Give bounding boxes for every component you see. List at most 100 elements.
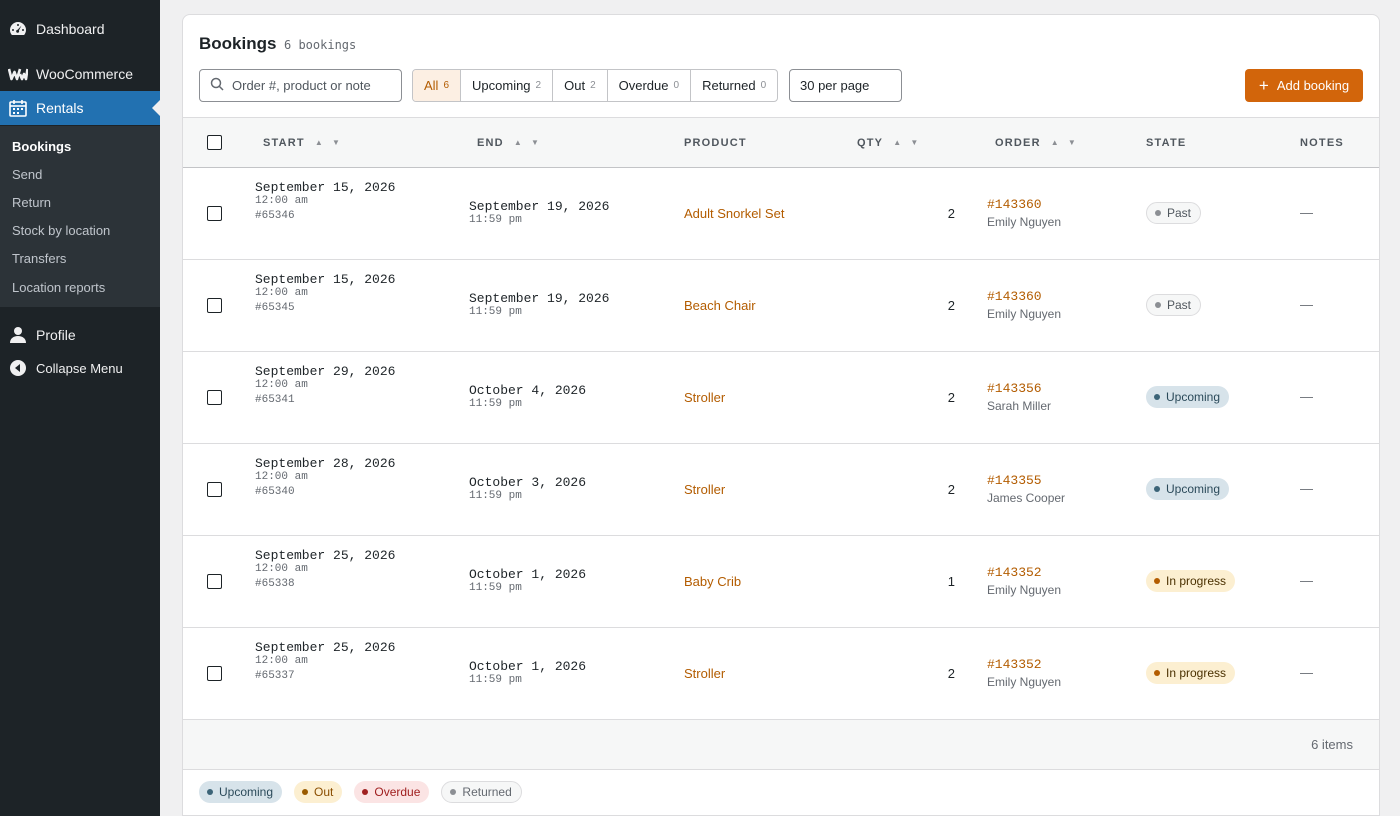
row-checkbox[interactable] <box>207 390 222 405</box>
order-link[interactable]: #143352 <box>987 657 1061 672</box>
column-order[interactable]: ORDER ▲ ▼ <box>995 118 1085 167</box>
start-cell: September 15, 2026 12:00 am #65346 <box>255 180 395 222</box>
collapse-menu-button[interactable]: Collapse Menu <box>0 351 160 385</box>
woocommerce-icon <box>0 67 36 81</box>
search-input[interactable] <box>232 78 392 93</box>
select-all-checkbox[interactable] <box>207 135 222 150</box>
quantity: 1 <box>947 574 955 589</box>
row-checkbox[interactable] <box>207 482 222 497</box>
menu-dashboard[interactable]: Dashboard <box>0 12 160 46</box>
order-link[interactable]: #143355 <box>987 473 1065 488</box>
state-cell: Past <box>1146 202 1202 224</box>
sort-asc-icon[interactable]: ▲ <box>893 138 902 147</box>
end-time: 11:59 pm <box>469 490 522 502</box>
column-qty[interactable]: QTY ▲ ▼ <box>857 118 927 167</box>
sort-desc-icon[interactable]: ▼ <box>531 138 540 147</box>
order-link[interactable]: #143360 <box>987 197 1061 212</box>
end-date: October 4, 2026 <box>469 383 587 398</box>
customer-name: James Cooper <box>987 491 1066 505</box>
filter-label: All <box>424 78 439 93</box>
state-cell: Upcoming <box>1146 478 1230 500</box>
product-link[interactable]: Stroller <box>684 390 725 405</box>
order-link[interactable]: #143360 <box>987 289 1061 304</box>
status-badge: Upcoming <box>1146 386 1230 408</box>
submenu-return[interactable]: Return <box>12 195 51 210</box>
submenu-stock-by-location[interactable]: Stock by location <box>12 223 110 238</box>
per-page-select[interactable]: 30 per page <box>789 69 902 102</box>
row-checkbox[interactable] <box>207 206 222 221</box>
row-checkbox[interactable] <box>207 298 222 313</box>
quantity: 2 <box>947 482 955 497</box>
submenu-bookings[interactable]: Bookings <box>12 139 71 154</box>
status-dot <box>302 789 309 795</box>
quantity: 2 <box>947 298 955 313</box>
column-end-label: END <box>477 136 504 149</box>
start-cell: September 25, 2026 12:00 am #65337 <box>255 640 395 682</box>
row-checkbox[interactable] <box>207 574 222 589</box>
table-row[interactable]: September 25, 2026 12:00 am #65337 Octob… <box>183 628 1379 720</box>
status-label: Past <box>1167 206 1192 220</box>
sort-desc-icon[interactable]: ▼ <box>332 138 341 147</box>
sort-desc-icon[interactable]: ▼ <box>1068 138 1077 147</box>
end-time: 11:59 pm <box>469 582 522 594</box>
column-order-label: ORDER <box>995 136 1041 149</box>
legend-returned: Returned <box>441 781 522 803</box>
legend-upcoming: Upcoming <box>199 781 283 803</box>
sort-desc-icon[interactable]: ▼ <box>910 138 919 147</box>
submenu-transfers[interactable]: Transfers <box>12 251 66 266</box>
start-time: 12:00 am <box>255 655 308 667</box>
table-row[interactable]: September 29, 2026 12:00 am #65341 Octob… <box>183 352 1379 444</box>
product-link[interactable]: Stroller <box>684 482 725 497</box>
notes: — <box>1300 205 1313 220</box>
product-link[interactable]: Baby Crib <box>684 574 741 589</box>
table-row[interactable]: September 28, 2026 12:00 am #65340 Octob… <box>183 444 1379 536</box>
row-select-cell <box>207 206 222 221</box>
status-dot <box>362 789 369 795</box>
column-end[interactable]: END ▲ ▼ <box>477 118 548 167</box>
submenu-send[interactable]: Send <box>12 167 42 182</box>
menu-rentals[interactable]: Rentals <box>0 91 160 125</box>
status-label: Past <box>1167 298 1192 312</box>
customer-name: Emily Nguyen <box>987 675 1062 689</box>
end-cell: October 1, 2026 11:59 pm <box>469 567 586 594</box>
table-row[interactable]: September 25, 2026 12:00 am #65338 Octob… <box>183 536 1379 628</box>
sort-asc-icon[interactable]: ▲ <box>514 138 523 147</box>
product-link[interactable]: Beach Chair <box>684 298 756 313</box>
start-date: September 15, 2026 <box>255 272 396 287</box>
table-row[interactable]: September 15, 2026 12:00 am #65345 Septe… <box>183 260 1379 352</box>
column-notes: NOTES <box>1300 136 1344 149</box>
start-cell: September 15, 2026 12:00 am #65345 <box>255 272 395 314</box>
row-checkbox[interactable] <box>207 666 222 681</box>
menu-profile[interactable]: Profile <box>0 318 160 352</box>
status-dot <box>450 789 457 795</box>
sort-asc-icon[interactable]: ▲ <box>315 138 324 147</box>
start-cell: September 29, 2026 12:00 am #65341 <box>255 364 395 406</box>
search-box[interactable] <box>199 69 402 102</box>
filter-label: Overdue <box>618 78 669 93</box>
end-cell: October 3, 2026 11:59 pm <box>469 475 586 502</box>
collapse-menu-label: Collapse Menu <box>36 360 123 376</box>
row-select-cell <box>207 390 222 405</box>
product-link[interactable]: Stroller <box>684 666 725 681</box>
filter-returned[interactable]: Returned 0 <box>691 70 777 101</box>
filter-all[interactable]: All 6 <box>413 70 462 101</box>
customer-name: Emily Nguyen <box>987 307 1062 321</box>
state-cell: In progress <box>1146 570 1236 592</box>
sort-asc-icon[interactable]: ▲ <box>1051 138 1060 147</box>
column-start[interactable]: START ▲ ▼ <box>263 118 349 167</box>
end-time: 11:59 pm <box>469 306 522 318</box>
menu-woocommerce[interactable]: WooCommerce <box>0 57 160 91</box>
filter-upcoming[interactable]: Upcoming 2 <box>461 70 554 101</box>
add-booking-button[interactable]: + Add booking <box>1245 69 1363 102</box>
filter-overdue[interactable]: Overdue 0 <box>608 70 692 101</box>
filter-out[interactable]: Out 2 <box>553 70 608 101</box>
product-link[interactable]: Adult Snorkel Set <box>684 206 784 221</box>
order-link[interactable]: #143356 <box>987 381 1051 396</box>
end-cell: September 19, 2026 11:59 pm <box>469 291 609 318</box>
sort-controls: ▲ ▼ <box>1051 138 1085 147</box>
order-link[interactable]: #143352 <box>987 565 1061 580</box>
end-date: October 1, 2026 <box>469 567 587 582</box>
customer-name: Sarah Miller <box>987 399 1052 413</box>
table-row[interactable]: September 15, 2026 12:00 am #65346 Septe… <box>183 168 1379 260</box>
submenu-location-reports[interactable]: Location reports <box>12 280 105 295</box>
